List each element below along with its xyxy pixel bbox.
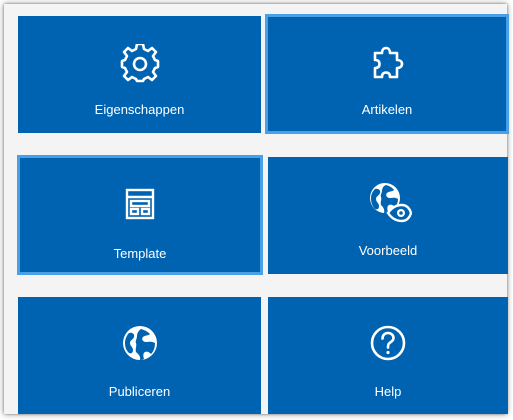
tile-label: Publiceren bbox=[108, 384, 171, 399]
tile-label: Eigenschappen bbox=[94, 102, 185, 117]
tile-eigenschappen[interactable]: Eigenschappen bbox=[18, 16, 261, 133]
tile-voorbeeld[interactable]: Voorbeeld bbox=[268, 157, 508, 274]
tile-help[interactable]: Help bbox=[268, 297, 508, 414]
layout-template-icon bbox=[116, 180, 164, 228]
puzzle-piece-icon bbox=[363, 40, 411, 88]
tile-label: Artikelen bbox=[361, 102, 413, 117]
globe-icon bbox=[116, 319, 164, 367]
tile-label: Help bbox=[374, 384, 402, 399]
tile-publiceren[interactable]: Publiceren bbox=[18, 297, 261, 414]
question-circle-icon bbox=[364, 319, 412, 367]
globe-eye-icon bbox=[364, 177, 412, 225]
tile-label: Voorbeeld bbox=[358, 243, 418, 258]
tile-label: Template bbox=[113, 246, 167, 261]
tile-template[interactable]: Template bbox=[17, 155, 263, 275]
tile-artikelen[interactable]: Artikelen bbox=[265, 14, 509, 134]
gear-icon bbox=[116, 40, 164, 88]
